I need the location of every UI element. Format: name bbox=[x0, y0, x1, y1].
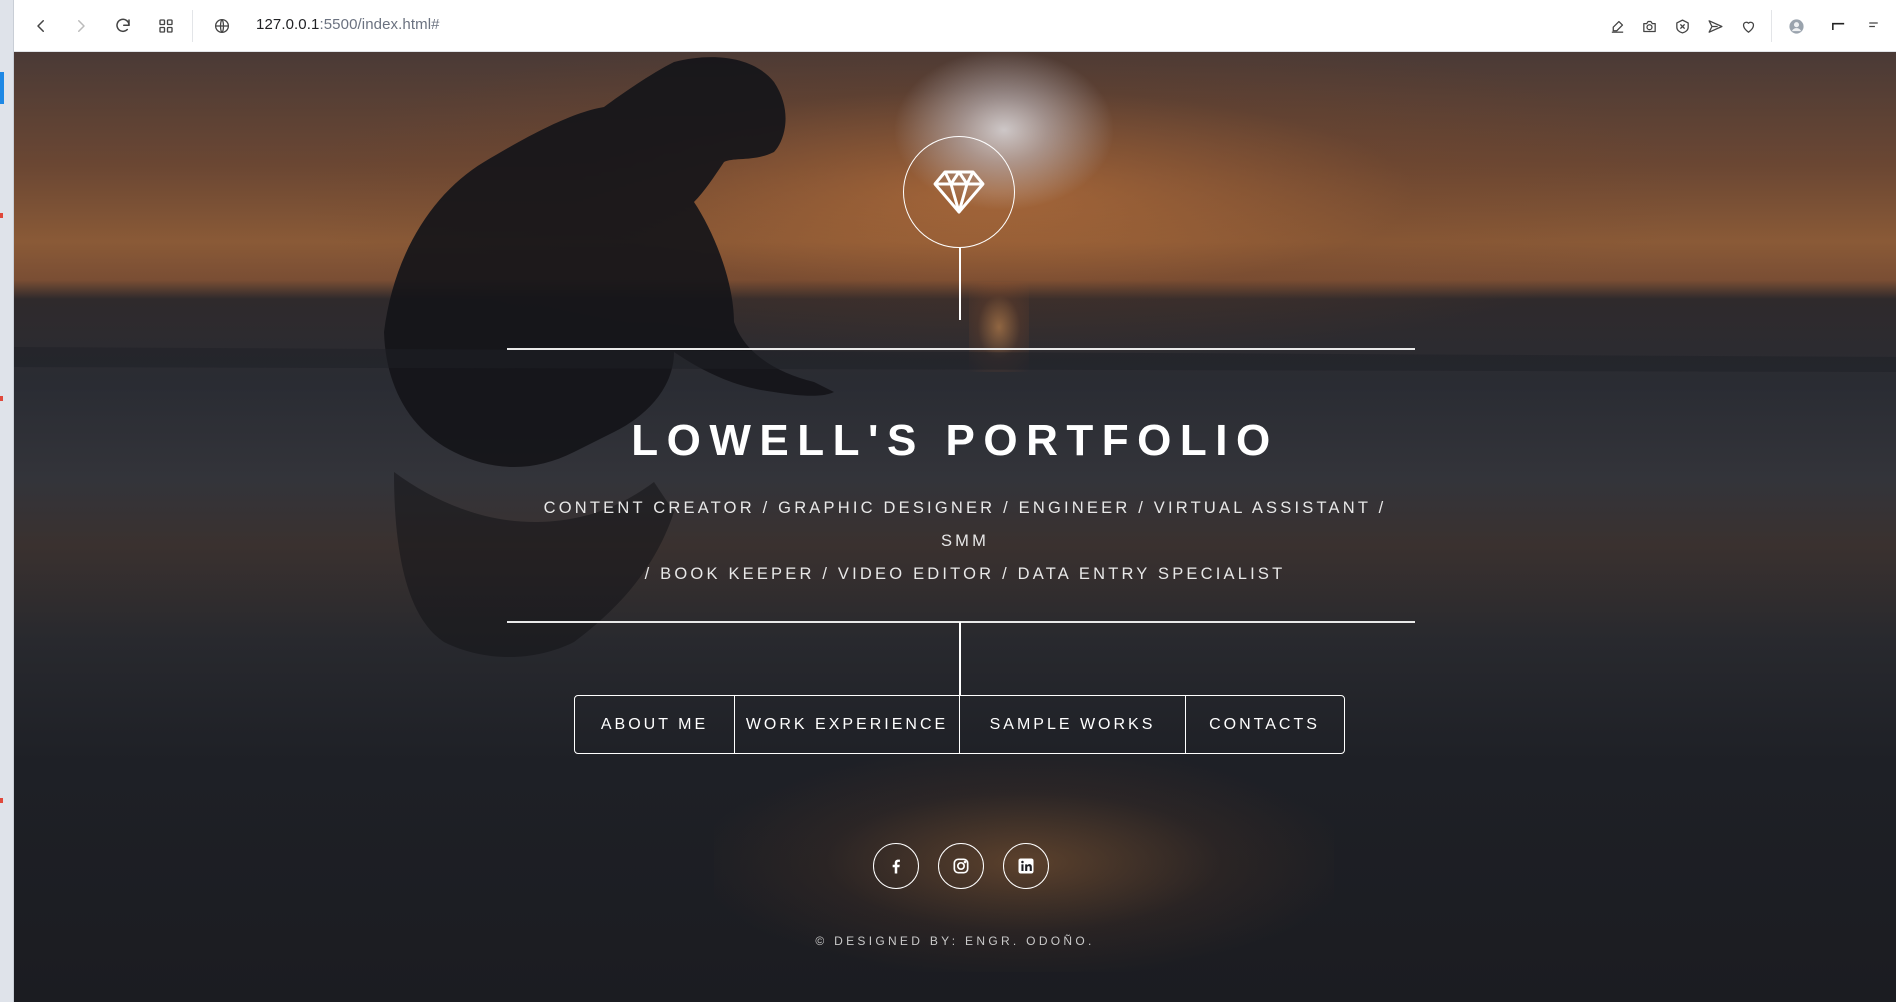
side-panel-dot bbox=[0, 213, 3, 218]
footer-credit: © Designed by: Engr. Odoño. bbox=[815, 934, 1095, 948]
apps-grid-icon[interactable] bbox=[153, 13, 179, 39]
side-panel-active-mark bbox=[0, 72, 4, 104]
extension-shield-icon[interactable] bbox=[1669, 13, 1695, 39]
subtitle-line-1: Content Creator / Graphic Designer / Eng… bbox=[543, 499, 1387, 550]
camera-icon[interactable] bbox=[1636, 13, 1662, 39]
side-panel-strip bbox=[0, 0, 14, 1002]
nav-sample-works[interactable]: Sample Works bbox=[960, 696, 1186, 753]
profile-avatar-icon[interactable] bbox=[1783, 13, 1809, 39]
logo-circle bbox=[903, 136, 1015, 248]
globe-icon[interactable] bbox=[209, 13, 235, 39]
hero-section: LOWELL'S PORTFOLIO Content Creator / Gra… bbox=[14, 52, 1896, 1002]
toolbar-separator bbox=[192, 10, 193, 42]
url-path: :5500/index.html# bbox=[319, 16, 440, 33]
toolbar-separator bbox=[1771, 10, 1772, 42]
forward-arrow-icon[interactable] bbox=[68, 13, 94, 39]
nav-contacts[interactable]: Contacts bbox=[1186, 696, 1343, 753]
browser-toolbar: 127.0.0.1:5500/index.html# bbox=[14, 0, 1896, 52]
page-subtitle: Content Creator / Graphic Designer / Eng… bbox=[534, 492, 1396, 591]
main-nav: About Me Work Experience Sample Works Co… bbox=[574, 695, 1345, 754]
nav-work-experience[interactable]: Work Experience bbox=[735, 696, 960, 753]
url-host: 127.0.0.1 bbox=[256, 16, 320, 33]
menu-more-icon[interactable] bbox=[1860, 13, 1886, 39]
edit-icon[interactable] bbox=[1604, 13, 1630, 39]
linkedin-icon[interactable] bbox=[1003, 843, 1049, 889]
bottom-horizontal-line bbox=[507, 621, 1415, 623]
back-arrow-icon[interactable] bbox=[28, 13, 54, 39]
send-icon[interactable] bbox=[1702, 13, 1728, 39]
instagram-icon[interactable] bbox=[938, 843, 984, 889]
side-panel-dot bbox=[0, 396, 3, 401]
bottom-vertical-line bbox=[959, 622, 961, 695]
address-bar-url[interactable]: 127.0.0.1:5500/index.html# bbox=[256, 16, 440, 33]
page-title: LOWELL'S PORTFOLIO bbox=[631, 416, 1279, 465]
diamond-icon bbox=[933, 170, 985, 214]
top-horizontal-line bbox=[507, 348, 1415, 350]
facebook-icon[interactable] bbox=[873, 843, 919, 889]
favorite-heart-icon[interactable] bbox=[1735, 13, 1761, 39]
subtitle-line-2: / Book Keeper / Video Editor / Data Entr… bbox=[644, 565, 1286, 583]
reload-icon[interactable] bbox=[110, 13, 136, 39]
sidebar-toggle-icon[interactable] bbox=[1825, 13, 1851, 39]
nav-about-me[interactable]: About Me bbox=[575, 696, 735, 753]
side-panel-dot bbox=[0, 798, 3, 803]
top-vertical-line bbox=[959, 248, 961, 320]
